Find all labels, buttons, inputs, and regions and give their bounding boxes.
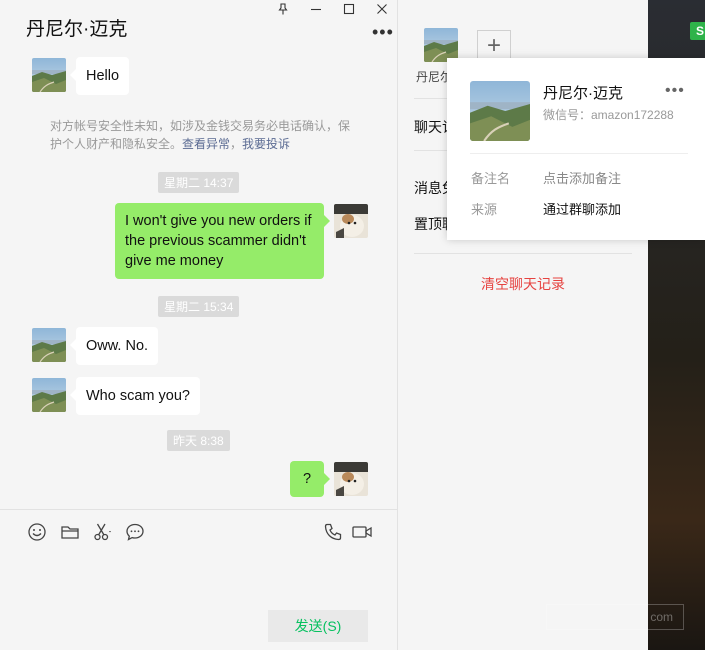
source-value: 通过群聊添加 — [543, 202, 622, 217]
send-button[interactable]: 发送(S) — [268, 610, 368, 642]
landscape-avatar-icon — [32, 378, 66, 412]
watermark: com — [546, 604, 684, 630]
minimize-icon[interactable] — [305, 0, 327, 18]
input-divider — [0, 509, 397, 510]
contact-avatar[interactable] — [32, 58, 66, 92]
contact-card-popup: 丹尼尔·迈克 微信号：amazon172288 ••• 备注名 点击添加备注 来… — [447, 58, 705, 240]
add-remark-field[interactable]: 点击添加备注 — [543, 168, 621, 187]
report-link[interactable]: 我要投诉 — [242, 137, 290, 151]
card-contact-name: 丹尼尔·迈克 — [543, 85, 623, 102]
view-exception-link[interactable]: 查看异常 — [182, 137, 230, 151]
message-bubble-incoming[interactable]: Hello — [69, 57, 130, 95]
member-avatar[interactable] — [424, 28, 458, 62]
contact-avatar[interactable] — [32, 378, 66, 412]
timestamp: 星期二 15:34 — [158, 296, 240, 317]
timestamp: 星期二 14:37 — [158, 172, 240, 193]
chat-more-button[interactable]: ••• — [372, 22, 394, 43]
landscape-avatar-icon — [424, 28, 458, 62]
remark-label: 备注名 — [471, 171, 511, 186]
notice-separator: ， — [230, 137, 243, 151]
contact-avatar[interactable] — [32, 328, 66, 362]
pin-window-icon[interactable] — [272, 0, 294, 18]
video-call-icon[interactable] — [351, 521, 373, 543]
chat-history-icon[interactable] — [124, 521, 146, 543]
cat-avatar-icon — [334, 204, 368, 238]
message-bubble-incoming[interactable]: Oww. No. — [69, 327, 159, 365]
security-notice: 对方帐号安全性未知，如涉及金钱交易务必电话确认，保护个人财产和隐私安全。查看异常… — [50, 117, 360, 153]
clear-chat-history-button[interactable]: 清空聊天记录 — [398, 274, 648, 294]
message-bubble-outgoing[interactable]: ? — [290, 461, 330, 497]
my-avatar[interactable] — [334, 204, 368, 238]
desktop-app-icon[interactable]: S — [690, 22, 705, 40]
maximize-icon[interactable] — [338, 0, 360, 18]
divider — [470, 153, 688, 154]
folder-icon[interactable] — [59, 521, 81, 543]
landscape-avatar-icon — [32, 328, 66, 362]
divider — [414, 253, 632, 254]
close-icon[interactable] — [371, 0, 393, 18]
timestamp: 昨天 8:38 — [167, 430, 230, 451]
source-label: 来源 — [471, 202, 498, 217]
message-bubble-outgoing[interactable]: I won't give you new orders if the previ… — [115, 203, 330, 279]
chat-panel: 丹尼尔·迈克 ••• Hello 对方帐号安全性未知，如涉及金钱交易务必电话确认… — [0, 0, 398, 650]
my-avatar[interactable] — [334, 462, 368, 496]
card-more-button[interactable]: ••• — [665, 82, 685, 100]
cat-avatar-icon — [334, 462, 368, 496]
message-bubble-incoming[interactable]: Who scam you? — [70, 377, 200, 415]
voice-call-icon[interactable] — [322, 521, 344, 543]
emoji-icon[interactable] — [26, 521, 48, 543]
screenshot-scissors-icon[interactable] — [91, 521, 113, 543]
card-avatar[interactable] — [470, 81, 530, 141]
chat-title: 丹尼尔·迈克 — [26, 19, 128, 40]
landscape-avatar-icon — [470, 81, 530, 141]
card-wechat-id: 微信号：amazon172288 — [543, 108, 674, 122]
landscape-avatar-icon — [32, 58, 66, 92]
